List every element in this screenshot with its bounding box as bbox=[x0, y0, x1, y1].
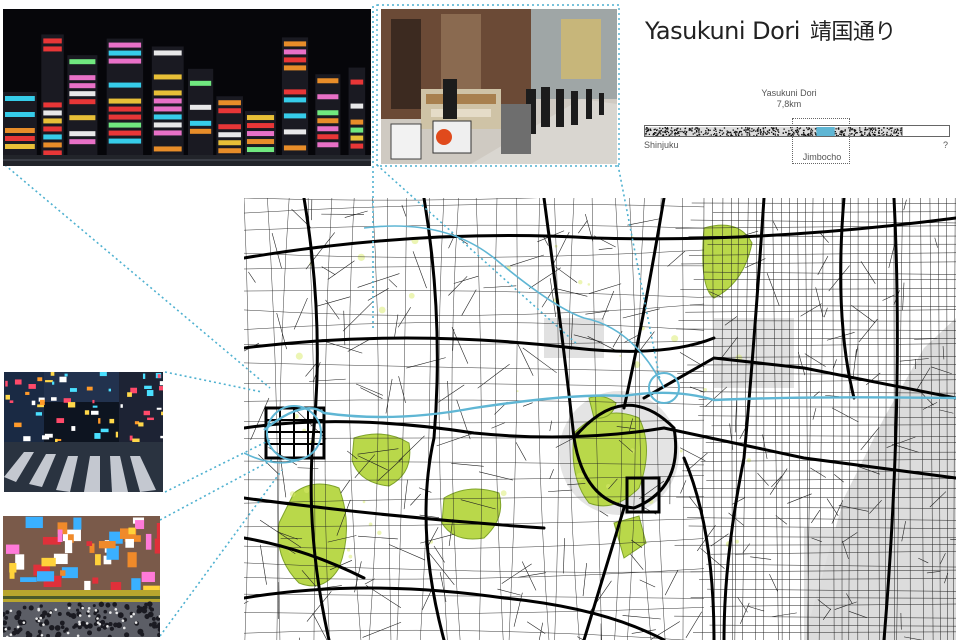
photo-bookstalls bbox=[381, 9, 617, 164]
city-map bbox=[244, 198, 956, 640]
photo-crowd bbox=[3, 516, 160, 637]
photo-night-crossing bbox=[4, 372, 163, 492]
page-title: Yasukuni Dori 靖国通り bbox=[645, 14, 896, 46]
title-main: Yasukuni Dori bbox=[645, 17, 800, 45]
route-start-label: Shinjuku bbox=[644, 140, 679, 150]
route-end-label: ? bbox=[943, 140, 949, 150]
route-focus-label: Jimbocho bbox=[802, 152, 842, 162]
route-length: 7,8km bbox=[776, 99, 802, 109]
route-name: Yasukuni Dori bbox=[761, 88, 817, 98]
title-japanese: 靖国通り bbox=[809, 20, 897, 45]
route-label: Yasukuni Dori 7,8km bbox=[744, 88, 834, 110]
photo-night-skyline bbox=[3, 9, 371, 166]
callout-line bbox=[4, 164, 271, 389]
